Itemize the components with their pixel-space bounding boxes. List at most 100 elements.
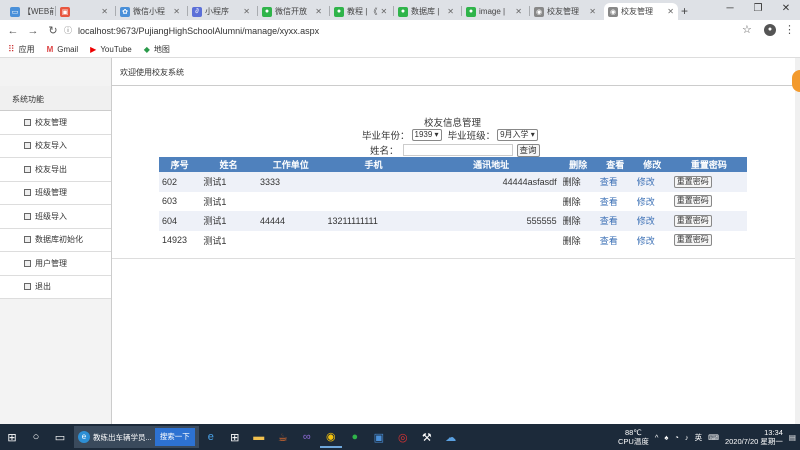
browser-tab[interactable]: ◉ 校友管理 ✕ <box>604 3 678 20</box>
sidebar-item-alumni-export[interactable]: 校友导出 <box>0 158 111 182</box>
taskbar-search-button[interactable]: 搜索一下 <box>154 428 195 446</box>
reset-password-button[interactable]: 重置密码 <box>673 195 712 208</box>
browser-tab[interactable]: ● 数据库 | ✕ <box>394 3 458 20</box>
delete-link[interactable]: 删除 <box>563 216 581 226</box>
edit-link[interactable]: 修改 <box>637 236 655 246</box>
tab-close-icon[interactable]: ✕ <box>315 7 322 16</box>
browser-tab[interactable]: ◉ 校友管理 ✕ <box>530 3 600 20</box>
browser-tab[interactable]: ▣ ✕ <box>56 3 112 20</box>
action-center-icon[interactable]: ▤ <box>789 433 796 442</box>
sidebar-item-logout[interactable]: 退出 <box>0 275 111 299</box>
tab-close-icon[interactable]: ✕ <box>243 7 250 16</box>
new-tab-button[interactable]: + <box>681 4 688 18</box>
browser-tab[interactable]: ● image | ✕ <box>462 3 526 20</box>
reset-password-button[interactable]: 重置密码 <box>673 214 712 227</box>
taskbar: ⊞ ○ ▭ e 教练出车辆学员... 搜索一下 e ⊞ ▬ ☕ ∞ ◉ ● ▣ … <box>0 424 800 450</box>
netease-music-icon[interactable]: ◎ <box>392 426 414 448</box>
year-select[interactable]: 1939 ▾ <box>411 129 442 141</box>
menu-item-icon <box>24 118 31 126</box>
browser-tab[interactable]: ● 教程 | 《 ✕ <box>330 3 390 20</box>
wechat-icon[interactable]: ● <box>344 426 366 448</box>
network-icon[interactable]: ◔ <box>674 433 679 442</box>
edit-link[interactable]: 修改 <box>637 197 655 207</box>
ie-label: 教练出车辆学员... <box>93 432 152 442</box>
reset-password-button[interactable]: 重置密码 <box>673 175 712 188</box>
delete-link[interactable]: 删除 <box>563 177 581 187</box>
browser-menu-icon[interactable]: ⋮ <box>784 23 795 36</box>
bookmark-apps[interactable]: ⠿ 应用 <box>8 44 35 55</box>
col-delete-header: 删除 <box>559 157 597 172</box>
minimize-icon[interactable]: ─ <box>716 0 744 20</box>
name-input[interactable] <box>402 144 513 156</box>
clock[interactable]: 13:34 2020/7/20 星期一 <box>725 428 783 446</box>
windows-store-icon[interactable]: ⊞ <box>224 426 246 448</box>
close-window-icon[interactable]: ✕ <box>772 0 800 20</box>
bookmark-gmail[interactable]: M Gmail <box>47 45 79 54</box>
java-icon[interactable]: ☕ <box>272 426 294 448</box>
sidebar-item-user-manage[interactable]: 用户管理 <box>0 252 111 276</box>
windows-start-icon[interactable]: ⊞ <box>1 426 23 448</box>
view-link[interactable]: 查看 <box>600 236 618 246</box>
volume-icon[interactable]: ♪ <box>685 433 689 442</box>
bookmark-maps[interactable]: ◆ 地图 <box>144 44 170 55</box>
sidebar-item-alumni-manage[interactable]: 校友管理 <box>0 111 111 135</box>
info-icon[interactable]: ⓘ <box>64 25 72 36</box>
tab-close-icon[interactable]: ✕ <box>173 7 180 16</box>
edge-icon[interactable]: e <box>200 426 222 448</box>
ie-taskbar-item[interactable]: e 教练出车辆学员... 搜索一下 <box>74 426 199 448</box>
cloud-app-icon[interactable]: ☁ <box>440 426 462 448</box>
search-button[interactable]: 查询 <box>516 143 540 157</box>
view-link[interactable]: 查看 <box>600 197 618 207</box>
edit-link[interactable]: 修改 <box>637 177 655 187</box>
delete-link[interactable]: 删除 <box>563 197 581 207</box>
reset-password-button[interactable]: 重置密码 <box>673 234 712 247</box>
edit-link[interactable]: 修改 <box>637 216 655 226</box>
browser-tab[interactable]: ✿ 微信小程 ✕ <box>116 3 184 20</box>
bookmark-star-icon[interactable]: ☆ <box>742 23 752 36</box>
tray-expand-icon[interactable]: ^ <box>655 433 659 442</box>
browser-tab[interactable]: ∂ 小程序 ✕ <box>188 3 254 20</box>
browser-tab[interactable]: ● 微信开放 ✕ <box>258 3 326 20</box>
tab-label: image | <box>479 7 506 16</box>
back-icon[interactable]: ← <box>6 25 20 37</box>
search-icon[interactable]: ○ <box>25 426 47 448</box>
reload-icon[interactable]: ↻ <box>46 24 60 37</box>
scrollbar[interactable] <box>795 58 800 424</box>
sidebar-item-db-init[interactable]: 数据库初始化 <box>0 228 111 252</box>
tab-close-icon[interactable]: ✕ <box>667 7 674 16</box>
sidebar-item-class-import[interactable]: 班级导入 <box>0 205 111 229</box>
floating-widget-icon[interactable] <box>792 70 800 92</box>
view-link[interactable]: 查看 <box>600 216 618 226</box>
app-icon[interactable]: ▣ <box>368 426 390 448</box>
tools-icon[interactable]: ⚒ <box>416 426 438 448</box>
chrome-icon[interactable]: ◉ <box>319 426 342 448</box>
visual-studio-icon[interactable]: ∞ <box>296 426 318 448</box>
bookmarks-bar: ⠿ 应用 M Gmail ▶ YouTube ◆ 地图 <box>0 41 800 58</box>
sidebar-item-alumni-import[interactable]: 校友导入 <box>0 134 111 158</box>
browser-tab[interactable]: ▭【WEB前✕ <box>6 3 54 20</box>
profile-avatar-icon[interactable]: ● <box>764 24 776 36</box>
tab-close-icon[interactable]: ✕ <box>101 7 108 16</box>
file-explorer-icon[interactable]: ▬ <box>248 426 270 448</box>
address-bar[interactable]: ⓘ localhost:9673/PujiangHighSchoolAlumni… <box>64 22 754 39</box>
sidebar-item-class-manage[interactable]: 班级管理 <box>0 181 111 205</box>
bookmark-youtube[interactable]: ▶ YouTube <box>90 45 132 54</box>
keyboard-icon[interactable]: ⌨ <box>708 433 719 442</box>
tab-separator <box>393 6 394 16</box>
notification-icon[interactable]: ♠ <box>664 433 668 442</box>
tab-close-icon[interactable]: ✕ <box>589 7 596 16</box>
col-address-cell <box>422 231 559 251</box>
task-view-icon[interactable]: ▭ <box>49 426 71 448</box>
url-text[interactable]: localhost:9673/PujiangHighSchoolAlumni/m… <box>78 26 319 36</box>
class-select[interactable]: 9月入学 ▾ <box>497 129 538 141</box>
ime-indicator[interactable]: 英 <box>695 432 703 443</box>
tab-close-icon[interactable]: ✕ <box>515 7 522 16</box>
forward-icon[interactable]: → <box>26 25 40 37</box>
tab-close-icon[interactable]: ✕ <box>381 7 388 16</box>
delete-link[interactable]: 删除 <box>563 236 581 246</box>
maximize-icon[interactable]: ❐ <box>744 0 772 20</box>
tab-favicon-icon: ▭ <box>10 6 20 17</box>
col-view-header: 查看 <box>596 157 634 172</box>
view-link[interactable]: 查看 <box>600 177 618 187</box>
tab-close-icon[interactable]: ✕ <box>447 7 454 16</box>
